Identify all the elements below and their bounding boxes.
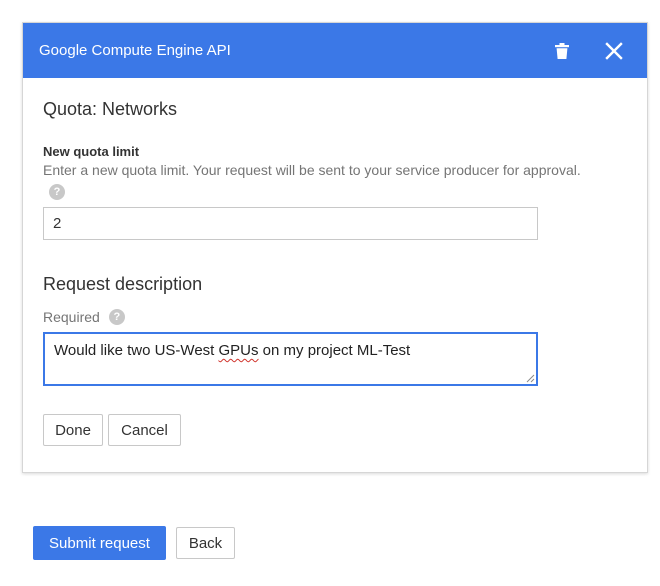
back-button[interactable]: Back	[176, 527, 235, 559]
done-button[interactable]: Done	[43, 414, 103, 446]
dialog-title: Google Compute Engine API	[39, 42, 231, 59]
dialog-header: Google Compute Engine API	[23, 23, 647, 78]
new-quota-limit-label: New quota limit	[43, 144, 140, 159]
description-text-end: on my project ML-Test	[258, 342, 411, 359]
new-quota-limit-help: Enter a new quota limit. Your request wi…	[43, 162, 581, 178]
request-description-textarea[interactable]: Would like two US-West GPUs on my projec…	[43, 332, 538, 386]
submit-request-button[interactable]: Submit request	[33, 526, 166, 560]
resize-handle-icon[interactable]	[526, 374, 535, 383]
required-row: Required ?	[43, 309, 125, 325]
request-description-heading: Request description	[43, 274, 203, 294]
close-icon[interactable]	[600, 37, 628, 65]
trash-icon[interactable]	[548, 37, 576, 65]
required-label: Required	[43, 309, 100, 325]
quota-heading: Quota: Networks	[43, 99, 178, 119]
quota-limit-input[interactable]	[43, 207, 538, 240]
help-icon[interactable]: ?	[108, 309, 125, 325]
spellcheck-flagged-word: GPUs	[218, 342, 259, 359]
quota-request-dialog: Google Compute Engine API Quota: Network…	[22, 22, 648, 473]
help-icon[interactable]: ?	[49, 184, 65, 200]
description-text-start: Would like two US-West	[54, 342, 219, 359]
cancel-button[interactable]: Cancel	[108, 414, 181, 446]
